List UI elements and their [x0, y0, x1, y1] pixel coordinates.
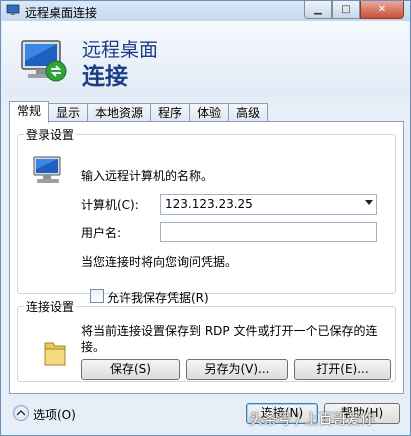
maximize-button[interactable]: □ — [332, 1, 360, 19]
tab-general[interactable]: 常规 — [9, 101, 50, 123]
username-label: 用户名: — [81, 226, 122, 240]
close-button[interactable]: ✕ — [360, 1, 404, 19]
credential-note: 当您连接时将向您询问凭据。 — [81, 255, 238, 269]
remote-desktop-window: 远程桌面连接 ▁ □ ✕ 远程桌面 连接 常规 显示 本地资源 程序 体验 高级… — [0, 0, 411, 436]
connection-settings-legend: 连接设置 — [26, 300, 75, 314]
chevron-up-icon — [17, 410, 25, 416]
login-settings-group: 登录设置 输入远程计算机的名称。 计算机(C): 123.123.23.25 用… — [17, 126, 396, 305]
maximize-icon: □ — [341, 4, 351, 15]
header-banner: 远程桌面 连接 — [2, 21, 409, 97]
computer-icon — [32, 153, 66, 190]
general-tab-panel: 登录设置 输入远程计算机的名称。 计算机(C): 123.123.23.25 用… — [9, 121, 404, 394]
open-button[interactable]: 打开(E)... — [294, 359, 391, 380]
login-settings-legend: 登录设置 — [26, 128, 75, 142]
window-title: 远程桌面连接 — [25, 6, 98, 20]
computer-combobox[interactable]: 123.123.23.25 — [160, 194, 377, 215]
options-toggle-button[interactable] — [13, 405, 29, 421]
save-as-button[interactable]: 另存为(V)... — [186, 359, 288, 380]
tab-local-resources[interactable]: 本地资源 — [87, 103, 152, 123]
tab-display[interactable]: 显示 — [48, 103, 89, 123]
minimize-icon: ▁ — [314, 4, 322, 15]
caption-buttons: ▁ □ ✕ — [304, 1, 404, 19]
close-icon: ✕ — [377, 4, 387, 15]
header-title-line2: 连接 — [82, 64, 128, 90]
computer-name-prompt: 输入远程计算机的名称。 — [81, 169, 214, 183]
options-label[interactable]: 选项(O) — [33, 406, 76, 423]
tab-strip: 常规 显示 本地资源 程序 体验 高级 — [9, 101, 269, 123]
tab-advanced[interactable]: 高级 — [228, 103, 269, 123]
chevron-down-icon[interactable] — [365, 200, 373, 205]
tab-experience[interactable]: 体验 — [189, 103, 230, 123]
folder-icon — [42, 339, 68, 370]
username-field[interactable] — [160, 222, 377, 242]
remote-desktop-icon — [6, 4, 20, 16]
save-button[interactable]: 保存(S) — [81, 359, 180, 380]
connection-settings-group: 连接设置 将当前连接设置保存到 RDP 文件或打开一个已保存的连接。 保存(S)… — [17, 298, 396, 382]
watermark-text: 头条号 / 上百哥爱你 — [249, 412, 375, 428]
connection-settings-description: 将当前连接设置保存到 RDP 文件或打开一个已保存的连接。 — [81, 324, 378, 354]
minimize-button[interactable]: ▁ — [304, 1, 332, 19]
monitor-icon — [16, 33, 72, 92]
computer-value: 123.123.23.25 — [165, 197, 253, 211]
tab-programs[interactable]: 程序 — [150, 103, 191, 123]
computer-label: 计算机(C): — [81, 198, 139, 212]
title-bar: 远程桌面连接 ▁ □ ✕ — [1, 1, 410, 21]
